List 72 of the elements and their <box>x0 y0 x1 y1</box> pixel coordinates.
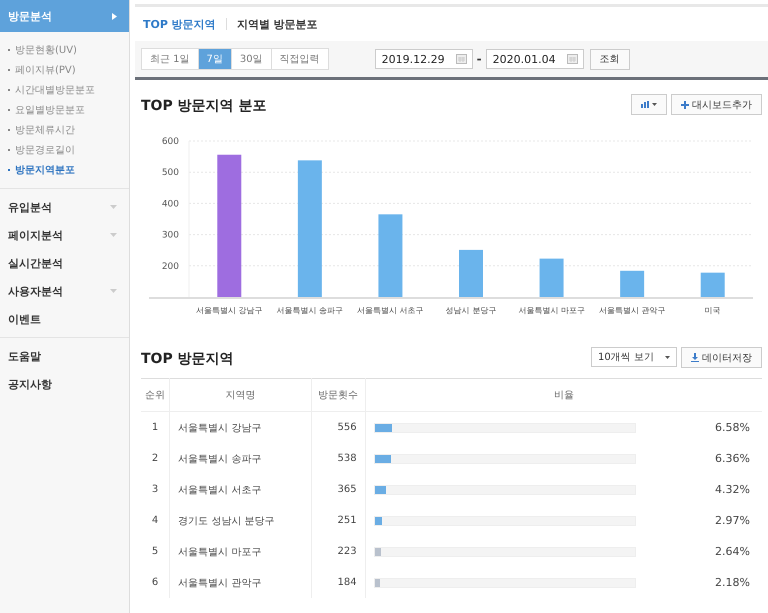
ratio-value: 2.18% <box>715 576 750 589</box>
table-cell: 6 <box>141 567 170 598</box>
table-cell: 서울특별시 송파구 <box>170 443 312 474</box>
sidebar-item[interactable]: 공지사항 <box>0 370 129 398</box>
table-cell: 경기도 성남시 분당구 <box>170 505 312 536</box>
table-cell: 서울특별시 관악구 <box>170 567 312 598</box>
axis-label: 600 <box>162 137 179 147</box>
chart-bar <box>620 270 644 297</box>
sidebar-subitem[interactable]: 방문지역분포 <box>0 160 129 180</box>
axis-label: 400 <box>162 199 179 210</box>
chart-bar <box>540 258 564 297</box>
section-title: TOP 방문지역 분포 <box>141 97 266 115</box>
table-cell: 서울특별시 강남구 <box>170 412 312 443</box>
tab[interactable]: TOP 방문지역 <box>143 16 216 32</box>
column-header: 방문횟수 <box>311 378 366 412</box>
table-cell: 2 <box>141 443 170 474</box>
plus-icon <box>681 100 689 108</box>
table-cell: 538 <box>311 443 366 474</box>
sidebar-item[interactable]: 사용자분석 <box>0 277 129 305</box>
download-icon <box>691 353 699 362</box>
axis-label: 서울특별시 관악구 <box>598 306 666 315</box>
date-field[interactable]: 2020.01.04 <box>486 49 584 69</box>
ratio-value: 4.32% <box>715 483 750 496</box>
table-cell: 3 <box>141 474 170 505</box>
table-cell: 251 <box>311 505 366 536</box>
table-cell: 서울특별시 마포구 <box>170 536 312 567</box>
axis-label: 300 <box>162 230 179 241</box>
axis-label: 서울특별시 강남구 <box>196 306 263 315</box>
calendar-icon[interactable] <box>566 54 578 64</box>
table-cell: 4 <box>141 505 170 536</box>
table-cell: 365 <box>311 474 366 505</box>
column-header: 순위 <box>141 378 170 412</box>
table-cell: 5 <box>141 536 170 567</box>
chart-bar <box>459 250 483 297</box>
table-cell: 556 <box>311 412 366 443</box>
table-cell: 서울특별시 서초구 <box>170 474 312 505</box>
ratio-value: 2.64% <box>715 545 750 558</box>
sidebar-item[interactable]: 페이지분석 <box>0 221 129 249</box>
download-button[interactable]: 데이터저장 <box>681 347 762 368</box>
caret-icon <box>665 356 670 358</box>
chart-bar <box>700 272 725 297</box>
ratio-value: 2.97% <box>715 514 750 527</box>
section-title: TOP 방문지역 <box>141 350 234 368</box>
search-button[interactable]: 조회 <box>590 48 630 70</box>
axis-label: 미국 <box>704 306 721 315</box>
calendar-icon[interactable] <box>456 54 467 64</box>
axis-label: 서울특별시 서초구 <box>357 306 424 315</box>
caret-icon <box>112 12 117 20</box>
date-field[interactable]: 2019.12.29 <box>374 49 473 69</box>
bar-chart-icon <box>641 101 649 108</box>
sidebar-item[interactable]: 유입분석 <box>0 193 129 221</box>
page-size-select[interactable]: 10개씩 보기 <box>591 347 677 367</box>
axis-label: 서울특별시 송파구 <box>276 306 344 315</box>
column-header: 비율 <box>365 378 762 412</box>
caret-icon <box>652 103 657 106</box>
add-dashboard-button[interactable]: 대시보드추가 <box>671 94 762 115</box>
column-header: 지역명 <box>170 378 312 412</box>
chart-type-button[interactable] <box>631 94 667 115</box>
sidebar-item[interactable]: 실시간분석 <box>0 249 129 277</box>
axis-label: 서울특별시 마포구 <box>518 306 585 315</box>
ratio-value: 6.36% <box>715 452 750 465</box>
table-cell: 223 <box>311 536 366 567</box>
ratio-value: 6.58% <box>715 421 750 434</box>
tab[interactable]: 지역별 방문분포 <box>236 16 318 32</box>
axis-label: 500 <box>162 168 179 178</box>
axis-label: 성남시 분당구 <box>446 306 496 315</box>
sidebar-item[interactable]: 이벤트 <box>0 305 129 333</box>
table-cell: 184 <box>311 567 366 598</box>
date-separator: - <box>476 52 482 66</box>
table-cell: 1 <box>141 412 170 443</box>
sidebar-item[interactable]: 도움말 <box>0 342 129 370</box>
axis-label: 200 <box>162 262 179 272</box>
